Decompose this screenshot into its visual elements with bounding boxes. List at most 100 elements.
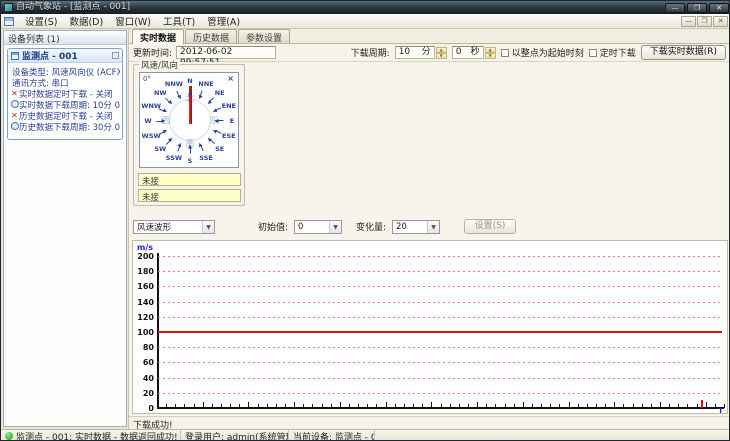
x-axis-tick	[321, 404, 323, 408]
x-axis-tick	[550, 404, 552, 408]
menu-tools[interactable]: 工具(T)	[157, 13, 201, 29]
mdi-document-icon[interactable]	[4, 16, 14, 26]
mdi-close-button[interactable]: ✕	[713, 15, 728, 27]
main-panel: 实时数据 历史数据 参数设置 更新时间: 2012-06-02 09:57:51…	[128, 29, 729, 431]
minimize-button[interactable]: —	[665, 2, 685, 13]
minutes-down-icon[interactable]: ▼	[435, 52, 447, 59]
x-axis-tick	[175, 404, 177, 408]
x-axis-tick	[623, 404, 625, 408]
x-axis-tick	[193, 404, 195, 408]
set-button[interactable]: 设置(S)	[464, 219, 516, 234]
mdi-minimize-button[interactable]: —	[681, 15, 696, 27]
seconds-value[interactable]: 0	[456, 47, 462, 58]
y-axis-tick-label: 160	[137, 282, 154, 292]
device-list-panel: 设备列表 (1) 监测点 - 001 设备类型: 风速风向仪 (ACFX-4)通…	[3, 30, 127, 427]
download-cycle-label: 下载周期:	[350, 49, 390, 59]
gridline	[158, 256, 722, 257]
checkbox-icon[interactable]	[500, 48, 509, 57]
initial-value-select[interactable]: 0 ▼	[294, 219, 342, 234]
y-axis-tick-label: 80	[142, 343, 154, 353]
compass-arrow-icon	[197, 90, 205, 101]
device-card-header[interactable]: 监测点 - 001	[8, 49, 122, 63]
device-list-header: 设备列表 (1)	[4, 31, 126, 45]
x-axis-tick	[641, 404, 643, 408]
x-axis-tick	[166, 404, 168, 408]
wind-degree-label: 0°	[143, 75, 151, 83]
compass-direction-label: ENE	[221, 101, 236, 110]
compass-direction-label: N	[187, 77, 193, 85]
y-axis-tick-label: 140	[137, 297, 154, 307]
logged-in-user: 登录用户: admin(系统管理员)	[185, 432, 288, 441]
x-axis-tick	[595, 404, 597, 408]
x-axis-tick	[157, 402, 158, 408]
device-card[interactable]: 监测点 - 001 设备类型: 风速风向仪 (ACFX-4)通讯方式: 串口✕实…	[7, 48, 123, 140]
x-axis-tick	[513, 404, 515, 408]
device-icon	[11, 51, 19, 60]
menu-settings[interactable]: 设置(S)	[19, 13, 63, 29]
timed-download-checkbox[interactable]: 定时下载	[588, 46, 636, 59]
maximize-button[interactable]: ❐	[687, 2, 707, 13]
wind-speed-marker: ×	[227, 74, 234, 83]
x-axis-tick	[586, 404, 588, 408]
close-button[interactable]: ✕	[709, 2, 729, 13]
download-realtime-button[interactable]: 下载实时数据(R)	[640, 45, 726, 60]
timed-download-label: 定时下载	[599, 49, 636, 59]
device-status-line: 通讯方式: 串口	[10, 77, 120, 89]
seconds-stepper[interactable]: 0秒 ▲ ▼	[451, 46, 496, 59]
device-card-title: 监测点 - 001	[22, 52, 78, 62]
clock-icon	[10, 122, 19, 132]
delta-value-select[interactable]: 20 ▼	[392, 219, 440, 234]
wind-group: 风速/风向 0° × 北 东 南 西 NNNENEENEEESESESSESSS…	[133, 59, 245, 206]
status-user-segment: 登录用户: admin(系统管理员)	[181, 430, 289, 441]
seconds-down-icon[interactable]: ▼	[484, 52, 496, 59]
minutes-value[interactable]: 10	[399, 47, 410, 58]
x-axis-tick	[413, 404, 415, 408]
compass-arrow-icon	[188, 144, 192, 154]
compass-arrow-icon	[197, 141, 205, 152]
mdi-restore-button[interactable]: ❐	[697, 15, 712, 27]
y-axis-tick-label: 180	[137, 267, 154, 277]
app-icon	[4, 3, 13, 12]
compass-arrow-icon	[211, 128, 222, 135]
pin-icon[interactable]	[112, 52, 119, 59]
y-axis-tick-label: 20	[142, 388, 154, 398]
x-axis-tick	[605, 404, 607, 408]
menu-window[interactable]: 窗口(W)	[109, 13, 157, 29]
wind-direction-field: 未接	[138, 173, 241, 187]
minutes-stepper[interactable]: 10 分 ▲ ▼	[394, 46, 447, 59]
delta-value-label: 变化量:	[356, 223, 387, 233]
waveform-select[interactable]: 风速波形 ▼	[133, 219, 215, 234]
status-message: 监测点 - 001: 实时数据 - 数据返回成功!	[16, 432, 178, 441]
checkbox-icon[interactable]	[588, 48, 597, 57]
compass-direction-label: NNW	[164, 80, 183, 89]
device-status-line: 实时数据下载周期: 10分 0秒	[10, 99, 120, 111]
status-empty-segment	[375, 430, 729, 440]
minutes-unit: 分	[421, 47, 431, 57]
x-axis-tick	[349, 404, 351, 408]
x-axis-tick	[422, 404, 424, 408]
toolbar: 更新时间: 2012-06-02 09:57:51 下载周期: 10分 ▲▼ 0…	[129, 44, 729, 68]
tab-parameter-settings[interactable]: 参数设置	[238, 29, 291, 44]
device-status-line: 设备类型: 风速风向仪 (ACFX-4)	[10, 66, 120, 78]
menu-manage[interactable]: 管理(A)	[201, 13, 246, 29]
status-message-segment: 监测点 - 001: 实时数据 - 数据返回成功!	[1, 430, 181, 441]
x-axis-tick	[458, 404, 460, 408]
gridline	[158, 301, 722, 303]
align-start-checkbox[interactable]: 以整点为起始时刻	[500, 46, 584, 59]
chevron-down-icon[interactable]: ▼	[427, 220, 439, 233]
chevron-down-icon[interactable]: ▼	[329, 220, 341, 233]
x-axis-tick	[541, 404, 543, 408]
chevron-down-icon[interactable]: ▼	[202, 220, 214, 233]
y-axis-tick-label: 40	[142, 373, 154, 383]
waveform-value: 风速波形	[137, 222, 172, 233]
menu-data[interactable]: 数据(D)	[63, 13, 109, 29]
compass-arrow-icon	[214, 119, 224, 123]
gridline	[158, 316, 722, 318]
x-axis-tick	[221, 404, 223, 408]
x-axis-tick	[184, 404, 186, 408]
x-axis-tick	[522, 402, 524, 408]
app-window: 自动气象站 - [监测点 - 001] — ❐ ✕ 设置(S) 数据(D) 窗口…	[0, 0, 730, 441]
compass-arrow-icon	[188, 88, 192, 98]
tab-realtime-data[interactable]: 实时数据	[132, 29, 185, 44]
tab-history-data[interactable]: 历史数据	[185, 29, 238, 44]
